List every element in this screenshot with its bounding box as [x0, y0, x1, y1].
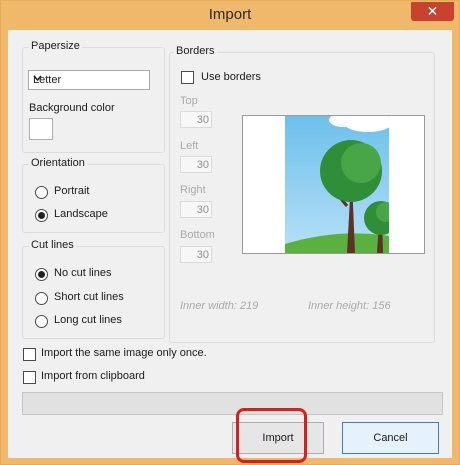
papersize-group-label: Papersize	[29, 40, 82, 52]
long-cut-lines-label: Long cut lines	[54, 314, 122, 326]
orientation-group: Orientation Portrait Landscape	[22, 157, 165, 233]
background-color-label: Background color	[29, 102, 115, 114]
chevron-down-icon	[33, 73, 145, 84]
top-border-input[interactable]: 30	[180, 111, 212, 128]
landscape-illustration	[243, 112, 424, 253]
inner-height-label: Inner height: 156	[308, 300, 391, 312]
landscape-label: Landscape	[54, 208, 108, 220]
use-borders-label: Use borders	[201, 71, 261, 83]
window-title: Import	[208, 6, 252, 23]
progress-bar	[22, 392, 443, 415]
preview-image	[242, 112, 425, 254]
inner-width-label: Inner width: 219	[180, 300, 259, 312]
import-button-highlight	[236, 408, 307, 463]
bottom-label: Bottom	[180, 229, 215, 241]
orientation-group-label: Orientation	[29, 157, 87, 169]
papersize-group: Papersize Letter Background color	[22, 40, 165, 153]
import-once-label: Import the same image only once.	[41, 347, 207, 359]
short-cut-lines-radio[interactable]	[35, 292, 48, 305]
right-label: Right	[180, 184, 206, 196]
import-once-checkbox[interactable]	[23, 348, 36, 361]
cancel-button[interactable]: Cancel	[342, 422, 439, 454]
cut-lines-group-label: Cut lines	[29, 239, 76, 251]
left-label: Left	[180, 140, 199, 152]
no-cut-lines-radio[interactable]	[35, 268, 48, 281]
import-dialog: Import ✕ Papersize Letter Background col…	[0, 0, 460, 465]
dialog-body: Papersize Letter Background color Orient…	[8, 30, 452, 463]
landscape-radio[interactable]	[35, 209, 48, 222]
borders-group-label: Borders	[174, 45, 217, 57]
cut-lines-group: Cut lines No cut lines Short cut lines L…	[22, 239, 165, 339]
import-from-clipboard-checkbox[interactable]	[23, 371, 36, 384]
short-cut-lines-label: Short cut lines	[54, 291, 124, 303]
portrait-label: Portrait	[54, 185, 90, 197]
left-border-input[interactable]: 30	[180, 156, 212, 173]
long-cut-lines-radio[interactable]	[35, 315, 48, 328]
papersize-select[interactable]: Letter	[28, 70, 150, 90]
bottom-border-input[interactable]: 30	[180, 246, 212, 263]
top-label: Top	[180, 95, 198, 107]
no-cut-lines-label: No cut lines	[54, 267, 112, 279]
background-color-swatch[interactable]	[29, 118, 53, 140]
close-button[interactable]: ✕	[411, 2, 454, 21]
title-bar[interactable]: Import ✕	[1, 1, 459, 30]
import-from-clipboard-label: Import from clipboard	[41, 370, 145, 382]
right-border-input[interactable]: 30	[180, 201, 212, 218]
borders-group: Borders Use borders Top 30 Left 30 Right…	[169, 45, 435, 343]
use-borders-checkbox[interactable]	[181, 71, 194, 84]
close-icon: ✕	[426, 3, 439, 19]
portrait-radio[interactable]	[35, 186, 48, 199]
